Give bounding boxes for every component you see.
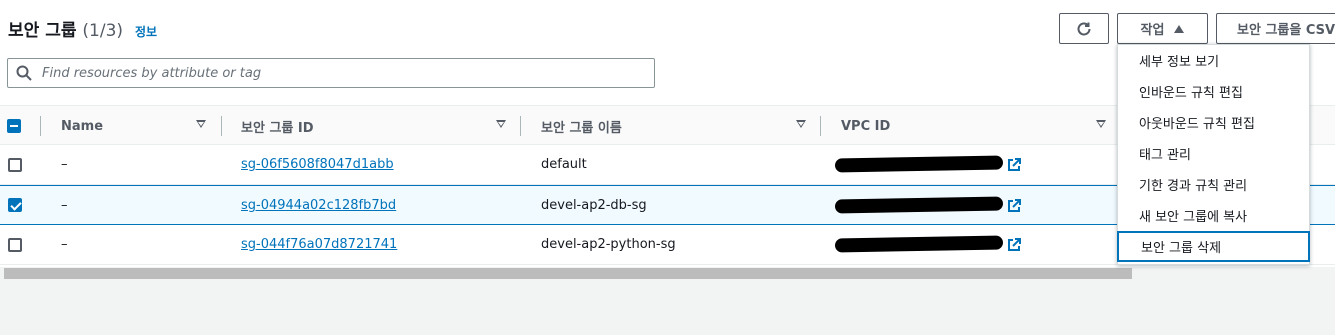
cell-group-name: devel-ap2-python-sg [541, 237, 676, 252]
actions-dropdown-menu: 세부 정보 보기 인바운드 규칙 편집 아웃바운드 규칙 편집 태그 관리 기한… [1117, 44, 1310, 265]
row-checkbox[interactable] [8, 198, 22, 212]
select-all-checkbox[interactable] [7, 119, 21, 133]
menu-item-edit-inbound-rules[interactable]: 인바운드 규칙 편집 [1118, 76, 1309, 107]
caret-up-icon [1174, 24, 1185, 33]
cell-group-name: devel-ap2-db-sg [541, 198, 647, 213]
group-id-link[interactable]: sg-04944a02c128fb7bd [241, 198, 396, 213]
external-link-icon[interactable] [1007, 237, 1021, 252]
horizontal-scrollbar[interactable] [4, 268, 1132, 279]
actions-button-label: 작업 [1140, 23, 1165, 38]
row-checkbox[interactable] [8, 158, 22, 172]
column-header-group-id[interactable]: 보안 그룹 ID [241, 106, 511, 146]
redaction-mark [834, 235, 1004, 252]
column-divider [820, 116, 821, 136]
column-header-group-name[interactable]: 보안 그룹 이름 [541, 106, 811, 146]
selection-count: (1/3) [82, 21, 124, 41]
sort-icon[interactable] [1096, 120, 1106, 128]
vpc-id-link[interactable] [834, 196, 1004, 213]
cell-name: – [61, 237, 68, 252]
group-id-link[interactable]: sg-044f76a07d8721741 [241, 237, 397, 252]
menu-item-view-details[interactable]: 세부 정보 보기 [1118, 45, 1309, 76]
column-divider [520, 116, 521, 136]
menu-item-delete-security-group[interactable]: 보안 그룹 삭제 [1117, 231, 1310, 262]
column-divider [221, 116, 222, 136]
search-icon [16, 65, 32, 81]
column-label: VPC ID [841, 118, 891, 134]
search-input[interactable] [40, 64, 644, 82]
sort-icon[interactable] [796, 120, 806, 128]
redaction-mark [834, 196, 1004, 213]
page-title-text: 보안 그룹 [8, 21, 77, 41]
cell-name: – [61, 198, 68, 213]
column-header-name[interactable]: Name [61, 106, 211, 146]
refresh-button[interactable] [1059, 13, 1109, 44]
export-csv-button[interactable]: 보안 그룹을 CSV [1216, 13, 1335, 44]
redaction-mark [834, 155, 1004, 172]
external-link-icon[interactable] [1007, 157, 1021, 172]
column-header-vpc-id[interactable]: VPC ID [841, 106, 1116, 146]
column-label: 보안 그룹 이름 [541, 120, 622, 136]
export-csv-label: 보안 그룹을 CSV [1237, 23, 1335, 38]
column-divider [40, 116, 41, 136]
search-box [7, 58, 655, 88]
sort-icon[interactable] [496, 120, 506, 128]
cell-name: – [61, 157, 68, 172]
vpc-id-link[interactable] [834, 155, 1004, 172]
cell-group-name: default [541, 157, 587, 172]
menu-item-manage-stale-rules[interactable]: 기한 경과 규칙 관리 [1118, 169, 1309, 200]
row-checkbox[interactable] [8, 238, 22, 252]
actions-button[interactable]: 작업 [1117, 13, 1208, 44]
vpc-id-link[interactable] [834, 235, 1004, 252]
external-link-icon[interactable] [1007, 198, 1021, 213]
column-label: 보안 그룹 ID [241, 120, 314, 136]
sort-icon[interactable] [196, 120, 206, 128]
menu-item-copy-to-new-group[interactable]: 새 보안 그룹에 복사 [1118, 200, 1309, 231]
group-id-link[interactable]: sg-06f5608f8047d1abb [241, 157, 394, 172]
menu-item-manage-tags[interactable]: 태그 관리 [1118, 138, 1309, 169]
info-link[interactable]: 정보 [135, 25, 157, 39]
page-title: 보안 그룹 (1/3) 정보 [8, 16, 157, 41]
menu-item-edit-outbound-rules[interactable]: 아웃바운드 규칙 편집 [1118, 107, 1309, 138]
refresh-icon [1077, 22, 1091, 35]
column-label: Name [61, 118, 104, 134]
